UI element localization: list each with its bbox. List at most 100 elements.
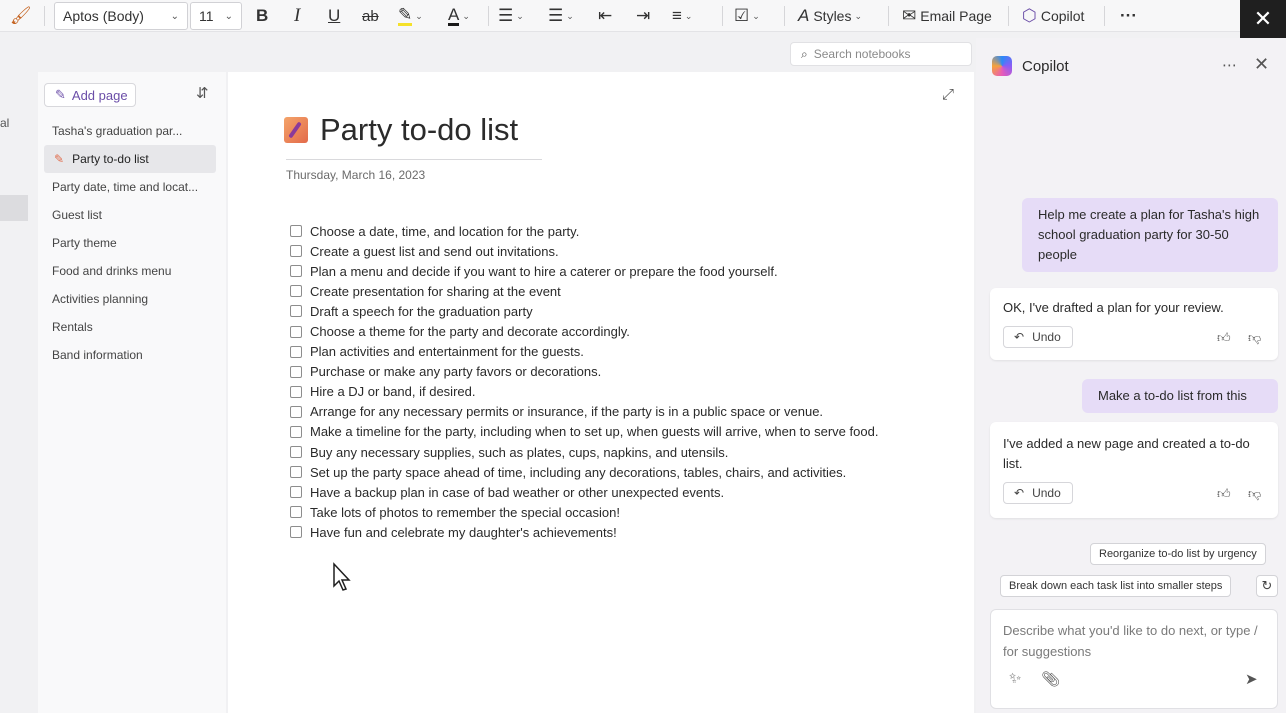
todo-list: Choose a date, time, and location for th… — [290, 221, 950, 543]
todo-text[interactable]: Plan activities and entertainment for th… — [310, 344, 584, 359]
todo-text[interactable]: Have fun and celebrate my daughter's ach… — [310, 525, 617, 540]
page-list-item[interactable]: Party date, time and locat... — [44, 173, 216, 201]
page-title[interactable]: Party to-do list — [320, 112, 518, 148]
numbering-button[interactable]: ☰ ⌄ — [548, 2, 574, 30]
send-icon[interactable]: ➤ — [1245, 670, 1258, 688]
toolbar-divider — [1008, 6, 1009, 26]
todo-checkbox[interactable] — [290, 466, 302, 479]
styles-button[interactable]: A Styles ⌄ — [798, 2, 862, 30]
todo-checkbox[interactable] — [290, 325, 302, 338]
align-button[interactable]: ≡ ⌄ — [672, 2, 692, 30]
close-window-button[interactable]: ✕ — [1240, 0, 1286, 38]
todo-checkbox[interactable] — [290, 345, 302, 358]
page-date: Thursday, March 16, 2023 — [286, 168, 426, 182]
search-notebooks-input[interactable]: ⌕ Search notebooks — [790, 42, 972, 66]
todo-checkbox[interactable] — [290, 486, 302, 499]
undo-label: Undo — [1032, 486, 1061, 500]
more-options-button[interactable]: ··· — [1120, 2, 1137, 30]
page-list-item-label: Guest list — [52, 208, 103, 222]
todo-text[interactable]: Create presentation for sharing at the e… — [310, 284, 561, 299]
todo-text[interactable]: Have a backup plan in case of bad weathe… — [310, 485, 724, 500]
todo-text[interactable]: Choose a date, time, and location for th… — [310, 224, 579, 239]
page-list-item[interactable]: Tasha's graduation par... — [44, 117, 216, 145]
decrease-indent-button[interactable]: ⇤ — [598, 2, 612, 30]
todo-item: Plan a menu and decide if you want to hi… — [290, 261, 950, 281]
todo-checkbox[interactable] — [290, 365, 302, 378]
bold-button[interactable]: B — [256, 2, 268, 30]
todo-checkbox[interactable] — [290, 405, 302, 418]
selected-section-marker[interactable] — [0, 195, 28, 221]
page-list-item[interactable]: Activities planning — [44, 285, 216, 313]
user-message-text: Make a to-do list from this — [1098, 388, 1247, 403]
todo-text[interactable]: Take lots of photos to remember the spec… — [310, 505, 620, 520]
highlight-button[interactable]: ✎ ⌄ — [398, 2, 423, 30]
sparkle-icon[interactable]: ✨︎ — [1009, 670, 1021, 687]
add-page-button[interactable]: ✎ Add page — [44, 83, 136, 107]
todo-text[interactable]: Buy any necessary supplies, such as plat… — [310, 445, 728, 460]
todo-checkbox[interactable] — [290, 245, 302, 258]
italic-button[interactable]: I — [294, 2, 300, 30]
thumbs-up-icon[interactable]: 👍︎ — [1217, 484, 1231, 504]
page-list-item[interactable]: Guest list — [44, 201, 216, 229]
todo-text[interactable]: Choose a theme for the party and decorat… — [310, 324, 630, 339]
todo-checkbox[interactable] — [290, 446, 302, 459]
increase-indent-button[interactable]: ⇥ — [636, 2, 650, 30]
copilot-prompt-input[interactable]: Describe what you'd like to do next, or … — [990, 609, 1278, 709]
font-color-button[interactable]: A ⌄ — [448, 2, 470, 30]
todo-text[interactable]: Draft a speech for the graduation party — [310, 304, 533, 319]
thumbs-up-icon[interactable]: 👍︎ — [1217, 328, 1231, 348]
todo-text[interactable]: Arrange for any necessary permits or ins… — [310, 404, 823, 419]
page-title-icon — [284, 117, 308, 143]
page-list-item-label: Party to-do list — [72, 152, 149, 166]
copilot-button[interactable]: ⬡ Copilot — [1022, 2, 1084, 30]
attach-icon[interactable]: 📎︎ — [1041, 670, 1060, 688]
todo-text[interactable]: Hire a DJ or band, if desired. — [310, 384, 475, 399]
todo-checkbox[interactable] — [290, 305, 302, 318]
todo-text[interactable]: Purchase or make any party favors or dec… — [310, 364, 601, 379]
refresh-suggestions-button[interactable]: ↻ — [1256, 575, 1278, 597]
undo-button[interactable]: ↶ Undo — [1003, 482, 1073, 504]
todo-checkbox[interactable] — [290, 425, 302, 438]
copilot-more-button[interactable]: ⋯ — [1222, 56, 1238, 74]
todo-item: Make a timeline for the party, including… — [290, 422, 950, 442]
tag-button[interactable]: ☑ ⌄ — [734, 2, 760, 30]
thumbs-down-icon[interactable]: 👎︎ — [1248, 328, 1261, 348]
todo-text[interactable]: Create a guest list and send out invitat… — [310, 244, 559, 259]
user-message: Make a to-do list from this — [1082, 379, 1278, 413]
search-placeholder: Search notebooks — [813, 47, 911, 61]
page-list-item[interactable]: Band information — [44, 341, 216, 369]
todo-checkbox[interactable] — [290, 285, 302, 298]
underline-button[interactable]: U — [328, 2, 340, 30]
font-size-dropdown[interactable]: 11 ⌄ — [190, 2, 242, 30]
todo-checkbox[interactable] — [290, 506, 302, 519]
todo-checkbox[interactable] — [290, 385, 302, 398]
close-icon: ✕ — [1253, 6, 1273, 31]
font-family-dropdown[interactable]: Aptos (Body) ⌄ — [54, 2, 188, 30]
todo-text[interactable]: Plan a menu and decide if you want to hi… — [310, 264, 778, 279]
email-page-button[interactable]: ✉ Email Page — [902, 2, 992, 30]
format-painter-icon[interactable]: 🖌 — [10, 2, 32, 30]
todo-checkbox[interactable] — [290, 526, 302, 539]
page-list-item[interactable]: Party theme — [44, 229, 216, 257]
copilot-response-text: OK, I've drafted a plan for your review. — [1003, 300, 1224, 315]
page-canvas[interactable]: ⤢ Party to-do list Thursday, March 16, 2… — [228, 72, 974, 713]
page-list-pane: ✎ Add page ⇵ Tasha's graduation par... ✎… — [38, 72, 226, 713]
bullets-button[interactable]: ☰ ⌄ — [498, 2, 524, 30]
thumbs-down-icon[interactable]: 👎︎ — [1248, 484, 1261, 504]
todo-text[interactable]: Make a timeline for the party, including… — [310, 424, 878, 439]
toolbar-divider — [784, 6, 785, 26]
sort-pages-button[interactable]: ⇵ — [196, 84, 209, 102]
page-list-item-active[interactable]: ✎ Party to-do list — [44, 145, 216, 173]
page-list-item[interactable]: Food and drinks menu — [44, 257, 216, 285]
strikethrough-button[interactable]: ab — [362, 2, 379, 30]
todo-checkbox[interactable] — [290, 225, 302, 238]
copilot-close-button[interactable]: ✕ — [1254, 54, 1269, 75]
todo-checkbox[interactable] — [290, 265, 302, 278]
expand-icon[interactable]: ⤢ — [942, 86, 954, 103]
todo-text[interactable]: Set up the party space ahead of time, in… — [310, 465, 846, 480]
suggestion-chip[interactable]: Break down each task list into smaller s… — [1000, 575, 1232, 597]
toolbar-divider — [488, 6, 489, 26]
suggestion-chip[interactable]: Reorganize to-do list by urgency — [1090, 543, 1266, 565]
undo-button[interactable]: ↶ Undo — [1003, 326, 1073, 348]
page-list-item[interactable]: Rentals — [44, 313, 216, 341]
